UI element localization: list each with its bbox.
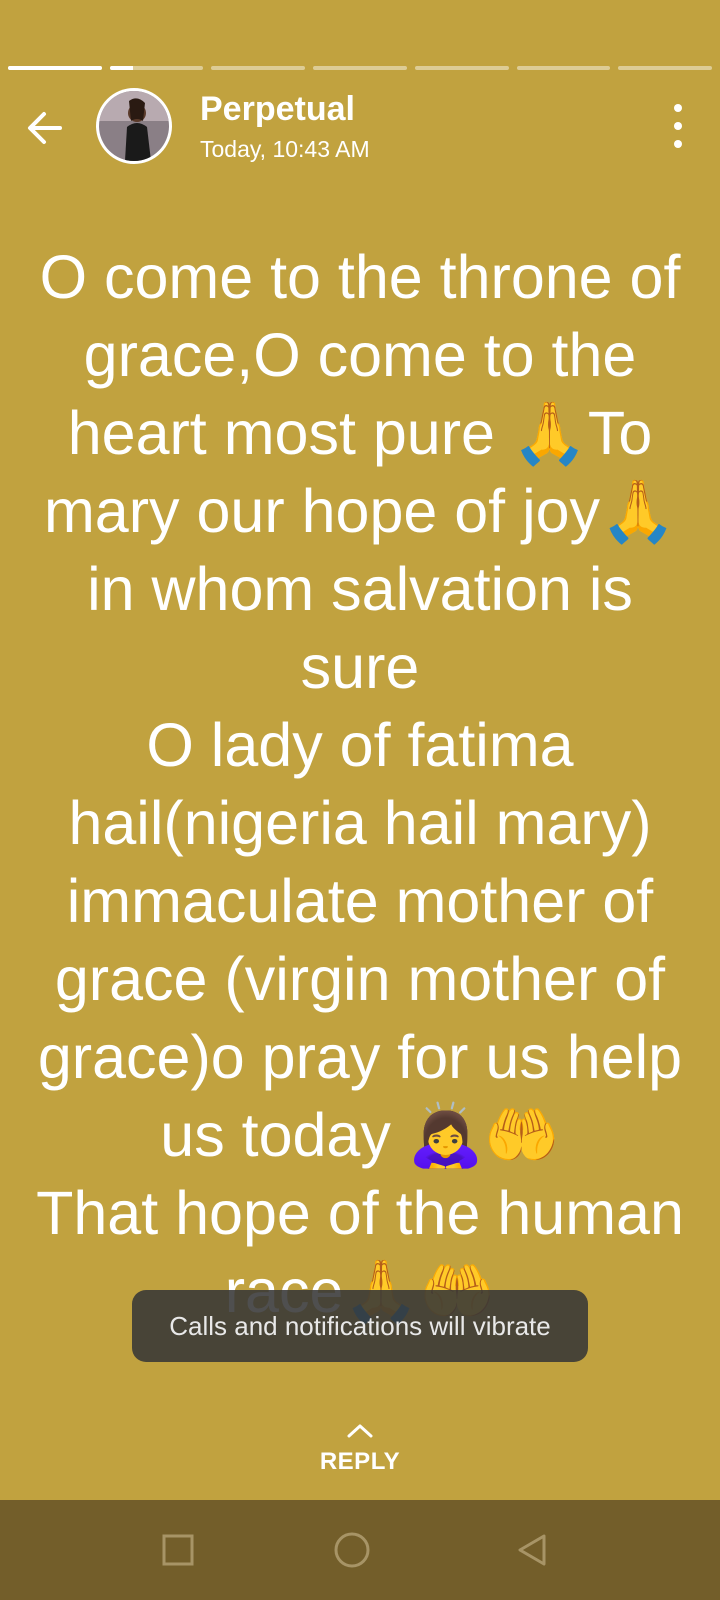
system-navigation-bar xyxy=(0,1500,720,1600)
more-vertical-icon[interactable] xyxy=(668,104,688,148)
progress-segment xyxy=(313,66,407,70)
progress-segment xyxy=(618,66,713,70)
recents-button[interactable] xyxy=(158,1530,198,1570)
nav-back-button[interactable] xyxy=(512,1530,552,1570)
recents-square-icon xyxy=(162,1534,194,1566)
progress-segment xyxy=(414,66,509,70)
story-progress-bar xyxy=(8,66,713,70)
reply-button[interactable]: REPLY xyxy=(0,1420,720,1476)
progress-segment xyxy=(8,66,102,70)
toast-message: Calls and notifications will vibrate xyxy=(132,1290,588,1362)
arrow-left-icon xyxy=(28,112,62,144)
reply-label: REPLY xyxy=(319,1448,401,1475)
home-button[interactable] xyxy=(332,1530,372,1570)
status-text: O come to the throne of grace,O come to … xyxy=(36,243,684,1325)
back-button[interactable] xyxy=(20,102,72,154)
contact-name[interactable]: Perpetual xyxy=(200,90,355,129)
progress-segment xyxy=(211,66,306,70)
avatar[interactable] xyxy=(96,88,172,164)
chevron-up-icon xyxy=(347,1424,373,1438)
back-triangle-icon xyxy=(518,1534,546,1566)
progress-segment xyxy=(516,66,611,70)
status-header: Perpetual Today, 10:43 AM xyxy=(0,84,720,168)
progress-segment-current xyxy=(109,66,204,70)
status-timestamp: Today, 10:43 AM xyxy=(200,136,370,162)
home-circle-icon xyxy=(334,1532,370,1568)
